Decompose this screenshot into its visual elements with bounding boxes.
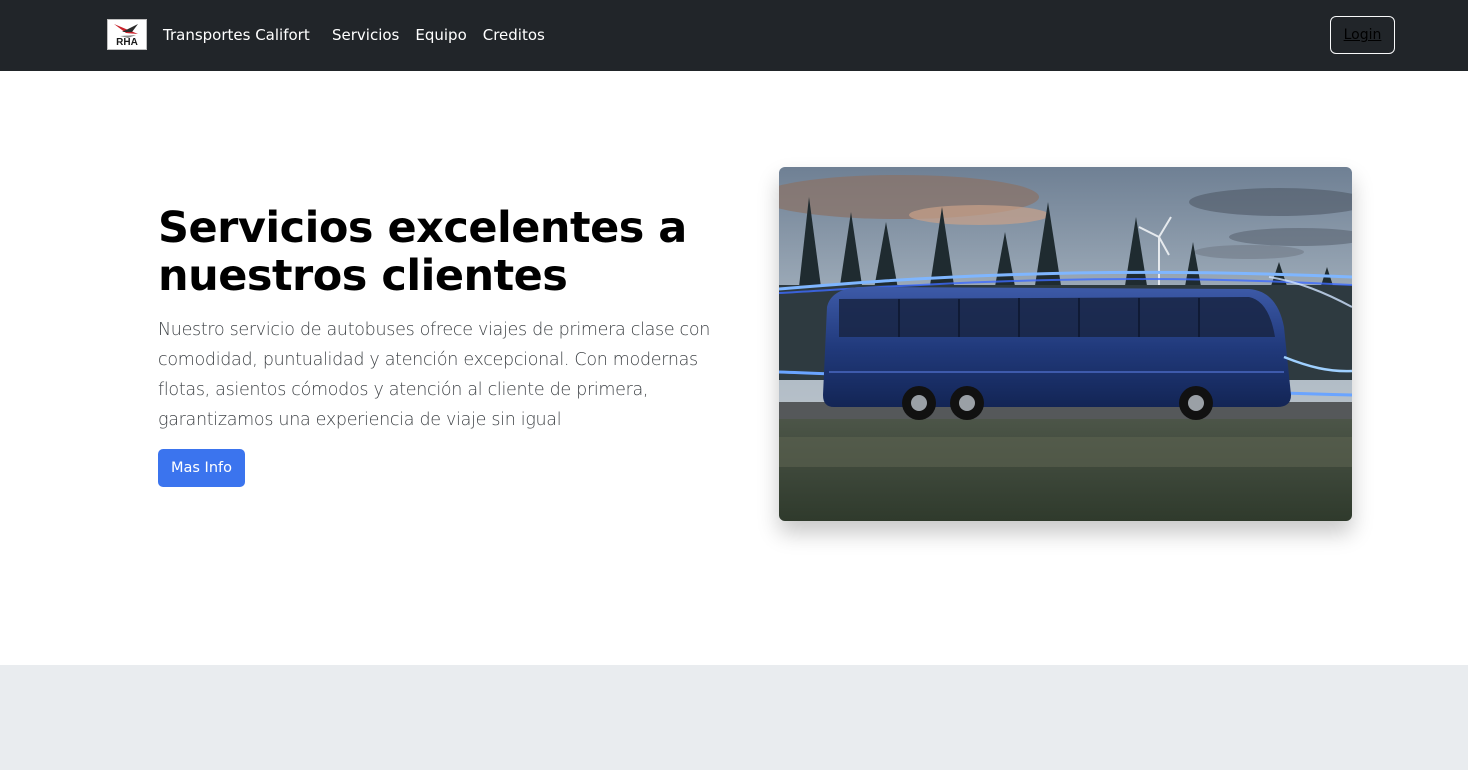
brand-name[interactable]: Transportes Califort [163,25,310,45]
nav-link-equipo[interactable]: Equipo [415,25,466,45]
hero-lead-text: Nuestro servicio de autobuses ofrece via… [158,320,711,430]
logo-text: RHA [116,37,138,48]
hero-title: Servicios excelentes a nuestros clientes [158,203,687,301]
lower-section [0,665,1468,770]
nav-link-servicios[interactable]: Servicios [332,25,399,45]
brand-logo[interactable]: RHA [107,19,147,50]
hero-bus-image [779,167,1352,521]
more-info-button[interactable]: Mas Info [158,449,245,487]
top-navbar: RHA Transportes Califort Servicios Equip… [0,0,1468,71]
login-button[interactable]: Login [1330,16,1395,54]
nav-links: Servicios Equipo Creditos [332,25,545,45]
nav-link-creditos[interactable]: Creditos [483,25,545,45]
